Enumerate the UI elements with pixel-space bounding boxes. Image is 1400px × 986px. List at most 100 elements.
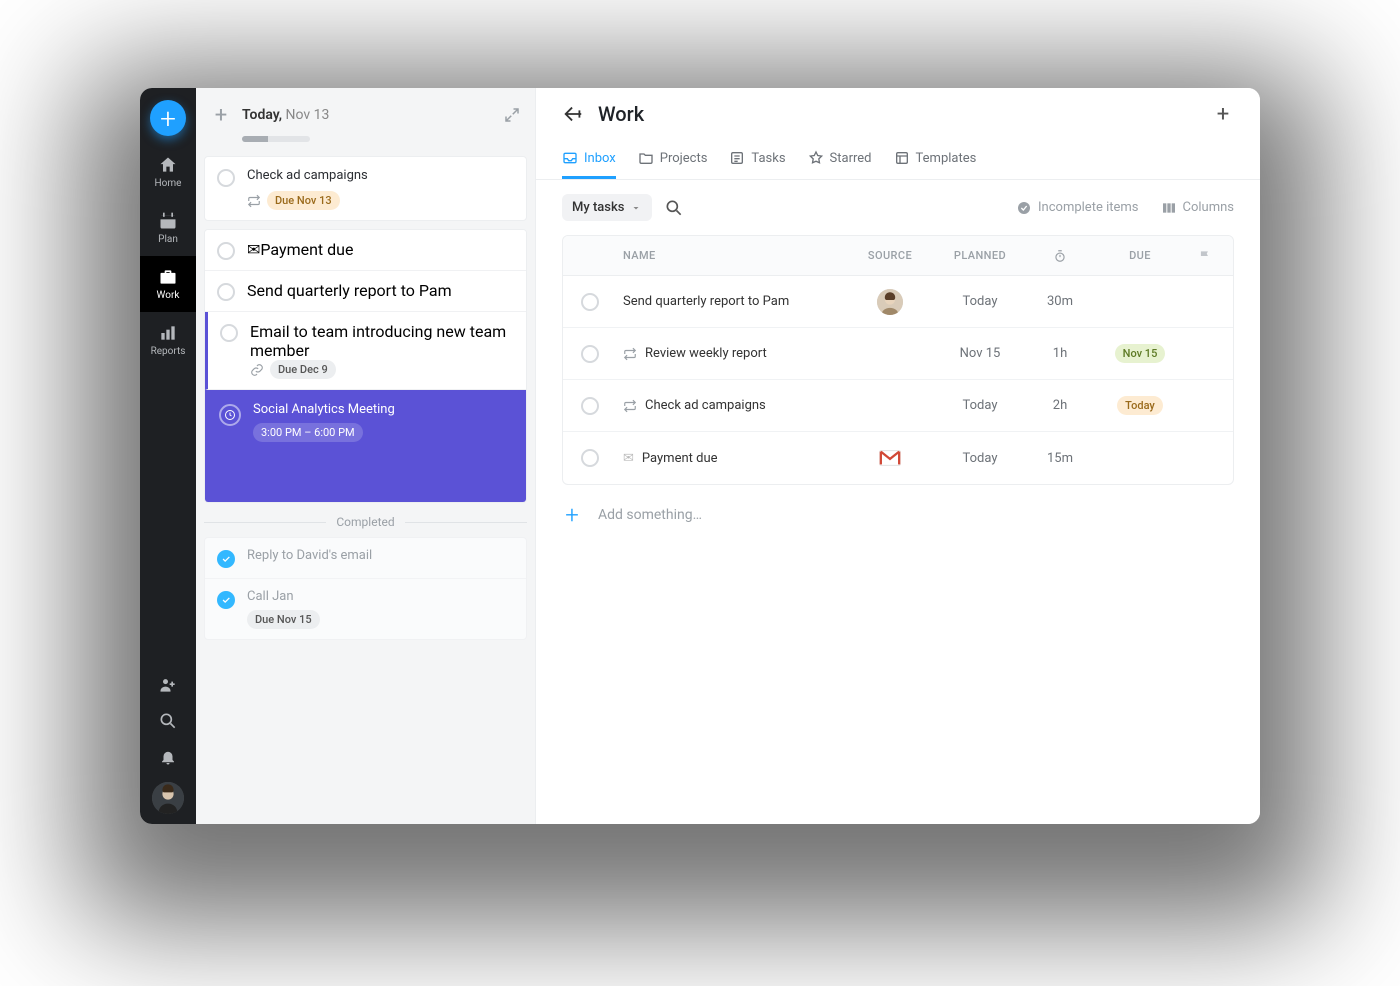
task-table: NAME SOURCE PLANNED DUE Send quarterly r… xyxy=(562,235,1234,485)
search-button[interactable] xyxy=(157,710,179,732)
today-panel: + Today, Nov 13 Check ad campaigns xyxy=(196,88,536,824)
panel-header: + Today, Nov 13 xyxy=(196,88,535,130)
task-card[interactable]: ✉Payment due xyxy=(205,230,526,271)
done-checkbox[interactable] xyxy=(217,550,235,568)
add-row-button[interactable]: + Add something… xyxy=(536,485,1260,551)
row-checkbox[interactable] xyxy=(581,397,599,415)
table-search-button[interactable] xyxy=(664,198,684,218)
task-checkbox[interactable] xyxy=(217,169,235,187)
task-checkbox[interactable] xyxy=(217,283,235,301)
panel-add-button[interactable]: + xyxy=(210,104,232,126)
tab-templates[interactable]: Templates xyxy=(894,142,977,179)
task-checkbox[interactable] xyxy=(220,324,238,342)
row-duration: 1h xyxy=(1025,346,1095,361)
col-source: SOURCE xyxy=(845,249,935,262)
back-arrow-icon xyxy=(562,103,584,125)
sidebar-item-reports[interactable]: Reports xyxy=(140,312,196,368)
completed-divider: Completed xyxy=(204,515,527,529)
chart-icon xyxy=(158,323,178,343)
row-checkbox[interactable] xyxy=(581,345,599,363)
due-chip: Today xyxy=(1117,396,1163,415)
user-avatar[interactable] xyxy=(152,782,184,814)
sidebar-item-home[interactable]: Home xyxy=(140,144,196,200)
col-duration xyxy=(1025,249,1095,263)
row-checkbox[interactable] xyxy=(581,293,599,311)
col-due: DUE xyxy=(1095,249,1185,262)
clock-icon xyxy=(219,404,241,426)
sidebar-item-plan[interactable]: Plan xyxy=(140,200,196,256)
sidebar-label: Home xyxy=(155,178,182,189)
sidebar-nav: Home Plan Work Reports xyxy=(140,144,196,368)
table-row[interactable]: Check ad campaigns Today 2h Today xyxy=(563,380,1233,432)
table-row[interactable]: ✉ Payment due Today 15m xyxy=(563,432,1233,484)
row-planned: Nov 15 xyxy=(935,346,1025,361)
tool-label: Incomplete items xyxy=(1038,200,1138,215)
notifications-button[interactable] xyxy=(157,746,179,768)
task-title: Check ad campaigns xyxy=(247,167,514,185)
sidebar-item-work[interactable]: Work xyxy=(140,256,196,312)
completed-task[interactable]: Call Jan Due Nov 15 xyxy=(205,578,526,639)
row-duration: 15m xyxy=(1025,451,1095,466)
tab-label: Starred xyxy=(830,151,872,166)
invite-button[interactable] xyxy=(157,674,179,696)
task-card[interactable]: Email to team introducing new team membe… xyxy=(205,312,526,390)
incomplete-toggle[interactable]: Incomplete items xyxy=(1016,200,1138,216)
home-icon xyxy=(158,155,178,175)
completed-task[interactable]: Reply to David's email xyxy=(205,538,526,578)
flag-icon xyxy=(1198,249,1212,263)
row-name: Review weekly report xyxy=(645,346,767,361)
tab-label: Projects xyxy=(660,151,708,166)
due-chip: Due Nov 15 xyxy=(247,610,320,629)
tab-projects[interactable]: Projects xyxy=(638,142,708,179)
panel-title: Today, Nov 13 xyxy=(242,107,329,123)
gmail-icon xyxy=(879,449,901,467)
list-icon xyxy=(729,150,745,166)
sidebar: + Home Plan Work Reports xyxy=(140,88,196,824)
folder-icon xyxy=(638,150,654,166)
repeat-icon xyxy=(247,194,261,208)
done-checkbox[interactable] xyxy=(217,591,235,609)
task-card[interactable]: Check ad campaigns Due Nov 13 xyxy=(204,156,527,221)
check-circle-icon xyxy=(1016,200,1032,216)
progress-fill xyxy=(242,136,268,142)
columns-button[interactable]: Columns xyxy=(1161,200,1235,216)
tab-tasks[interactable]: Tasks xyxy=(729,142,785,179)
task-title: Reply to David's email xyxy=(247,548,372,563)
sidebar-label: Work xyxy=(157,290,180,301)
task-list: Check ad campaigns Due Nov 13 ✉Payment d… xyxy=(196,156,535,503)
row-checkbox[interactable] xyxy=(581,449,599,467)
add-button[interactable]: + xyxy=(150,100,186,136)
mail-icon: ✉ xyxy=(623,451,634,466)
task-title: Call Jan xyxy=(247,589,320,604)
repeat-icon xyxy=(623,347,637,361)
check-icon xyxy=(221,595,231,605)
main-add-button[interactable]: + xyxy=(1212,103,1234,125)
task-title: Send quarterly report to Pam xyxy=(247,281,452,300)
toolbar: My tasks Incomplete items Columns xyxy=(536,180,1260,235)
table-row[interactable]: Review weekly report Nov 15 1h Nov 15 xyxy=(563,328,1233,380)
check-icon xyxy=(221,554,231,564)
expand-icon xyxy=(503,106,521,124)
due-chip: Due Dec 9 xyxy=(270,360,336,379)
due-chip: Due Nov 13 xyxy=(267,191,340,210)
row-name: Payment due xyxy=(642,451,718,466)
back-button[interactable] xyxy=(562,103,584,125)
filter-dropdown[interactable]: My tasks xyxy=(562,194,652,221)
event-card[interactable]: Social Analytics Meeting 3:00 PM – 6:00 … xyxy=(205,390,526,502)
table-row[interactable]: Send quarterly report to Pam Today 30m xyxy=(563,276,1233,328)
page-title: Work xyxy=(598,102,644,126)
progress-bar xyxy=(242,136,310,142)
task-checkbox[interactable] xyxy=(217,242,235,260)
title-bold: Today, xyxy=(242,107,282,123)
expand-button[interactable] xyxy=(503,106,521,124)
task-title: ✉Payment due xyxy=(247,240,353,259)
event-time: 3:00 PM – 6:00 PM xyxy=(253,423,363,442)
task-title: Email to team introducing new team membe… xyxy=(250,322,514,360)
template-icon xyxy=(894,150,910,166)
sidebar-label: Plan xyxy=(158,234,178,245)
task-card[interactable]: Send quarterly report to Pam xyxy=(205,271,526,312)
tab-starred[interactable]: Starred xyxy=(808,142,872,179)
tab-label: Tasks xyxy=(751,151,785,166)
tab-inbox[interactable]: Inbox xyxy=(562,142,616,179)
main-panel: Work + Inbox Projects Tasks St xyxy=(536,88,1260,824)
